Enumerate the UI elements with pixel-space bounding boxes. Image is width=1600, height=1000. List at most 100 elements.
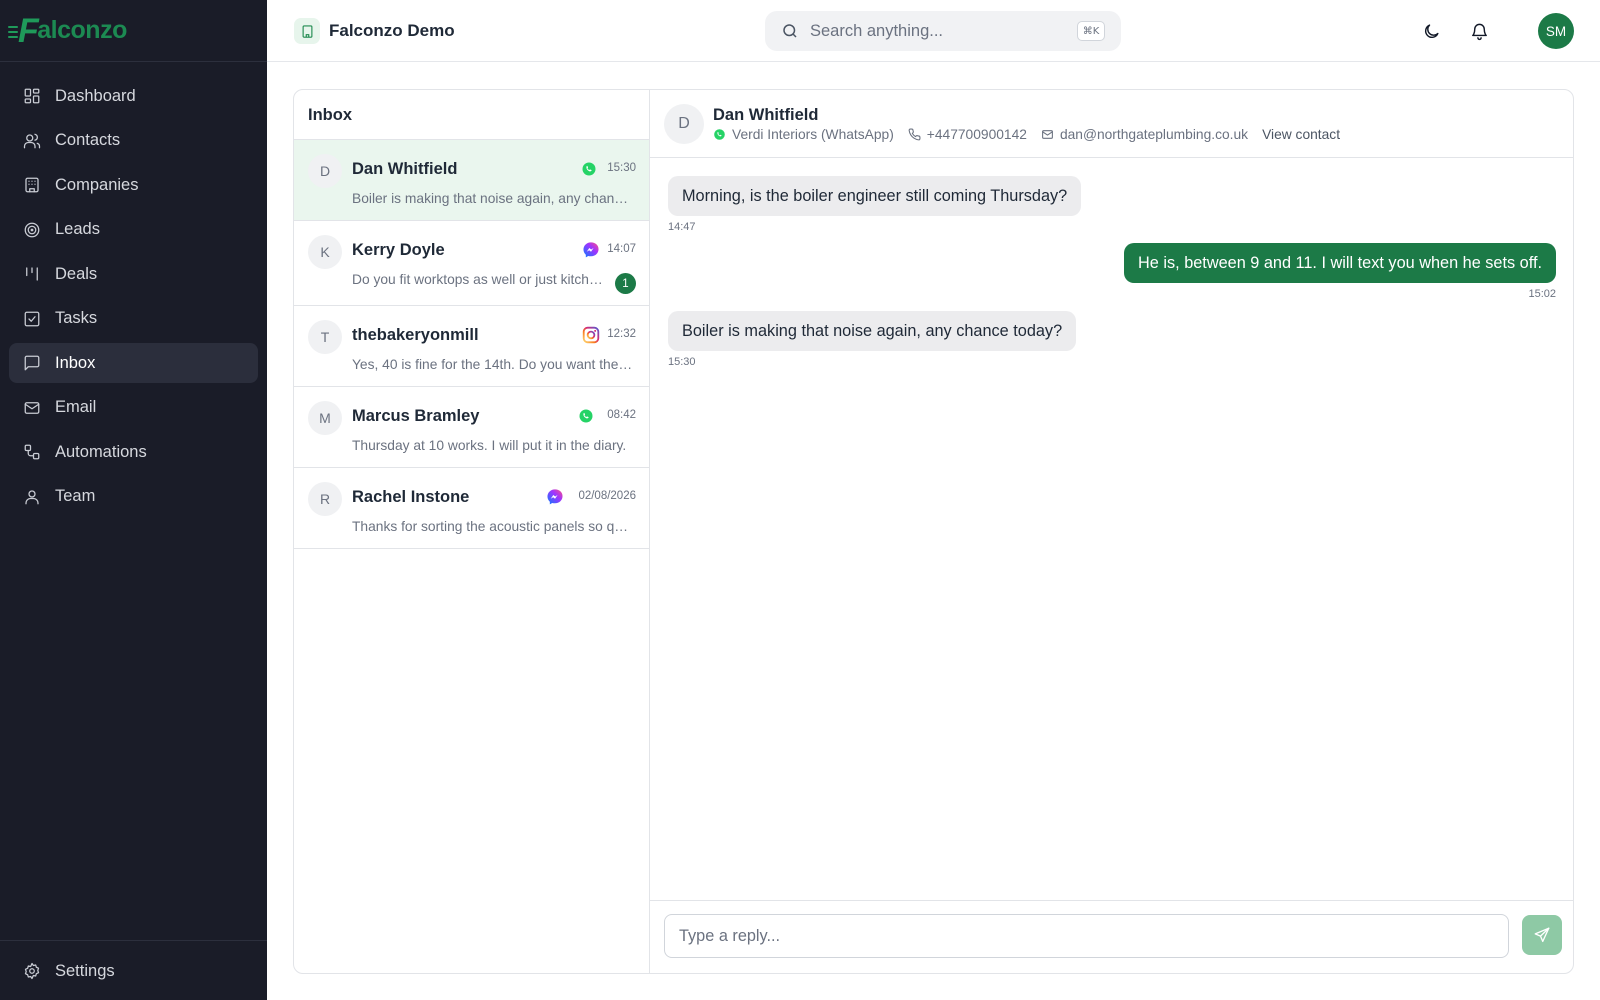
reply-composer <box>650 900 1573 973</box>
sidebar-item-label: Leads <box>55 220 100 238</box>
conversation-time: 15:30 <box>607 162 636 174</box>
theme-toggle-button[interactable] <box>1420 20 1442 42</box>
sidebar-item-label: Team <box>55 487 96 505</box>
conversation-preview: Thursday at 10 works. I will put it in t… <box>352 438 627 453</box>
mail-icon <box>23 399 41 417</box>
message-time: 14:47 <box>668 221 696 233</box>
phone-info[interactable]: +447700900142 <box>908 127 1027 142</box>
channel-label: Verdi Interiors (WhatsApp) <box>732 127 894 142</box>
sidebar-item-deals[interactable]: Deals <box>9 254 258 294</box>
search-shortcut: ⌘K <box>1077 21 1105 41</box>
unread-badge: 1 <box>615 273 636 294</box>
gear-icon <box>23 962 41 980</box>
org-switcher[interactable]: Falconzo Demo <box>294 18 455 44</box>
sidebar-item-label: Email <box>55 398 97 416</box>
message-bubble: Boiler is making that noise again, any c… <box>668 311 1077 351</box>
reply-input[interactable] <box>664 914 1509 958</box>
conversation-time: 08:42 <box>607 409 636 421</box>
workflow-icon <box>23 443 41 461</box>
whatsapp-icon <box>582 162 596 176</box>
sidebar-item-tasks[interactable]: Tasks <box>9 299 258 339</box>
avatar: K <box>308 235 342 269</box>
conversation-name: Dan Whitfield <box>352 160 458 178</box>
top-header: Falconzo Demo Search anything... ⌘K SM <box>267 0 1600 62</box>
conversation-time: 14:07 <box>607 243 636 255</box>
whatsapp-icon <box>579 409 593 423</box>
avatar: M <box>308 401 342 435</box>
conversation-item[interactable]: D Dan Whitfield 15:30 Boiler is making t… <box>294 140 649 221</box>
sidebar-item-email[interactable]: Email <box>9 388 258 428</box>
sidebar-item-contacts[interactable]: Contacts <box>9 121 258 161</box>
global-search[interactable]: Search anything... ⌘K <box>765 11 1121 51</box>
conversation-preview: Thanks for sorting the acoustic panels s… <box>352 519 634 534</box>
contacts-icon <box>23 132 41 150</box>
sidebar-item-dashboard[interactable]: Dashboard <box>9 76 258 116</box>
message-outgoing: He is, between 9 and 11. I will text you… <box>1124 243 1556 300</box>
sidebar-item-label: Inbox <box>55 353 96 372</box>
sidebar-item-label: Tasks <box>55 309 98 327</box>
sidebar-item-settings[interactable]: Settings <box>9 951 258 991</box>
conversation-time: 12:32 <box>607 328 636 340</box>
email-address: dan@northgateplumbing.co.uk <box>1059 127 1249 142</box>
message-incoming: Morning, is the boiler engineer still co… <box>668 176 1082 233</box>
conversation-item[interactable]: M Marcus Bramley 08:42 Thursday at 10 wo… <box>294 387 649 468</box>
chat-pane: D Dan Whitfield Verdi Interiors (WhatsAp… <box>650 90 1573 973</box>
message-bubble: He is, between 9 and 11. I will text you… <box>1124 243 1556 283</box>
moon-icon <box>1424 23 1439 38</box>
sidebar-item-automations[interactable]: Automations <box>9 432 258 472</box>
conversation-name: Kerry Doyle <box>352 241 445 259</box>
message-time: 15:30 <box>668 356 696 368</box>
conversation-item[interactable]: K Kerry Doyle 14:07 Do you fit worktops … <box>294 221 649 306</box>
sidebar-item-inbox[interactable]: Inbox <box>9 343 258 383</box>
chat-header: D Dan Whitfield Verdi Interiors (WhatsAp… <box>650 90 1573 158</box>
inbox-title: Inbox <box>294 90 649 140</box>
contact-name: Dan Whitfield <box>713 106 819 124</box>
send-icon <box>1534 927 1550 943</box>
logo[interactable]: F alconzo <box>0 0 267 62</box>
view-contact-link[interactable]: View contact <box>1262 127 1340 142</box>
avatar: R <box>308 482 342 516</box>
sidebar-item-label: Automations <box>55 442 147 461</box>
channel-info: Verdi Interiors (WhatsApp) <box>713 127 894 142</box>
conversation-preview: Do you fit worktops as well or just kitc… <box>352 272 607 287</box>
sidebar-item-team[interactable]: Team <box>9 477 258 517</box>
sidebar-item-leads[interactable]: Leads <box>9 210 258 250</box>
kanban-icon <box>23 265 41 283</box>
org-name: Falconzo Demo <box>329 21 455 40</box>
sidebar-nav: Dashboard Contacts Companies Leads Deals… <box>0 62 267 517</box>
send-button[interactable] <box>1522 915 1562 955</box>
whatsapp-icon <box>714 129 725 140</box>
conversation-name: Rachel Instone <box>352 488 470 506</box>
avatar: D <box>308 154 342 188</box>
building-icon <box>294 18 320 44</box>
inbox-panel: Inbox D Dan Whitfield 15:30 Boiler is ma… <box>293 89 1574 974</box>
companies-icon <box>23 176 41 194</box>
sidebar-footer: Settings <box>0 940 267 1000</box>
sidebar-item-label: Companies <box>55 175 139 194</box>
message-incoming: Boiler is making that noise again, any c… <box>668 311 1077 368</box>
checkbox-icon <box>23 310 41 328</box>
sidebar-item-companies[interactable]: Companies <box>9 165 258 205</box>
avatar: T <box>308 320 342 354</box>
phone-icon <box>908 128 921 141</box>
conversation-item[interactable]: R Rachel Instone 02/08/2026 Thanks for s… <box>294 468 649 549</box>
search-placeholder: Search anything... <box>810 21 943 40</box>
sidebar-item-label: Dashboard <box>55 86 136 105</box>
conversation-name: thebakeryonmill <box>352 326 479 344</box>
conversation-name: Marcus Bramley <box>352 407 480 425</box>
sidebar-item-label: Deals <box>55 264 98 283</box>
team-icon <box>23 488 41 506</box>
sidebar-item-label: Settings <box>55 961 115 980</box>
notifications-button[interactable] <box>1468 20 1490 42</box>
bell-icon <box>1471 23 1487 40</box>
user-avatar[interactable]: SM <box>1538 13 1574 49</box>
search-icon <box>783 24 797 38</box>
message-time: 15:02 <box>1528 288 1556 300</box>
logo-mark: F <box>8 14 39 48</box>
email-info[interactable]: dan@northgateplumbing.co.uk <box>1041 127 1248 142</box>
sidebar: F alconzo Dashboard Contacts Companies L… <box>0 0 267 1000</box>
avatar: D <box>664 104 704 144</box>
logo-wordmark: alconzo <box>37 16 127 44</box>
conversation-item[interactable]: T thebakeryonmill 12:32 Yes, 40 is fine … <box>294 306 649 387</box>
message-icon <box>23 354 41 372</box>
